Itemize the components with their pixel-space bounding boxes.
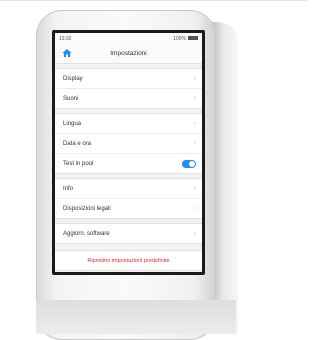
settings-group-1: Display › Suoni › (55, 68, 202, 109)
chevron-right-icon: › (193, 230, 196, 237)
settings-item-display[interactable]: Display › (55, 69, 202, 89)
settings-item-legal[interactable]: Disposizioni legali › (55, 199, 202, 218)
battery-icon (188, 36, 198, 41)
chevron-right-icon: › (193, 120, 196, 127)
settings-item-date-time[interactable]: Data e ora › (55, 134, 202, 154)
settings-item-label: Lingua (63, 120, 82, 127)
reset-defaults-label: Ripristino impostazioni predefinite (87, 257, 170, 264)
settings-item-software-update[interactable]: Aggiorn. software › (55, 224, 202, 243)
chevron-right-icon: › (193, 185, 196, 192)
status-time: 13:32 (59, 35, 72, 42)
settings-item-label: Data e ora (63, 140, 92, 147)
test-in-pool-toggle[interactable] (182, 159, 196, 168)
home-icon[interactable] (62, 48, 72, 58)
settings-item-label: Aggiorn. software (63, 230, 110, 237)
settings-item-label: Info (63, 185, 74, 192)
settings-item-language[interactable]: Lingua › (55, 114, 202, 134)
settings-group-2: Lingua › Data e ora › Test in pool (55, 113, 202, 174)
chevron-right-icon: › (193, 205, 196, 212)
device-bottom (36, 300, 236, 334)
settings-group-4: Aggiorn. software › (55, 223, 202, 244)
settings-item-label: Disposizioni legali (63, 205, 111, 212)
settings-item-info[interactable]: Info › (55, 179, 202, 199)
page-title: Impostazioni (110, 50, 147, 57)
reset-defaults-button[interactable]: Ripristino impostazioni predefinite (55, 250, 202, 271)
status-bar: 13:32 100% (55, 33, 202, 44)
chevron-right-icon: › (193, 95, 196, 102)
device-screen: 13:32 100% Impostazioni Display › Suoni … (52, 30, 205, 275)
status-battery: 100% (173, 36, 198, 42)
nav-bar: Impostazioni (55, 44, 202, 64)
chevron-right-icon: › (193, 140, 196, 147)
settings-item-sounds[interactable]: Suoni › (55, 89, 202, 108)
toggle-knob (189, 160, 195, 167)
battery-percent: 100% (173, 35, 186, 42)
settings-item-label: Suoni (63, 95, 79, 102)
settings-item-label: Test in pool (63, 160, 94, 167)
frame-top-line (0, 0, 307, 1)
settings-item-label: Display (63, 75, 83, 82)
chevron-right-icon: › (193, 75, 196, 82)
settings-item-test-in-pool: Test in pool (55, 154, 202, 173)
settings-group-3: Info › Disposizioni legali › (55, 178, 202, 219)
